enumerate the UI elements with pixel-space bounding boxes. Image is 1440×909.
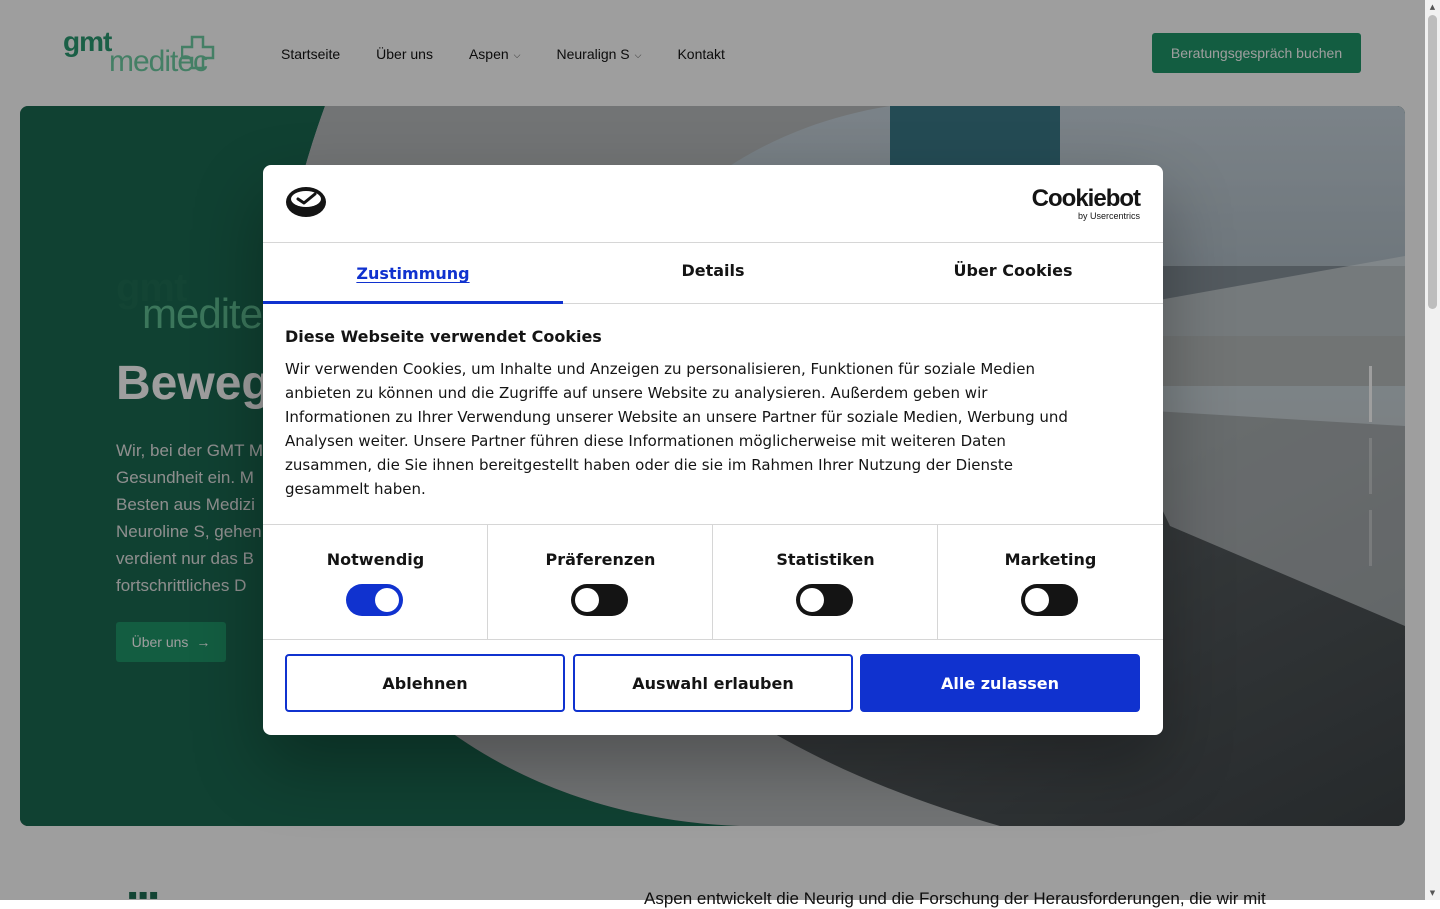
toggle-knob — [375, 588, 399, 612]
toggle-marketing[interactable] — [1021, 584, 1078, 616]
category-praeferenzen: Präferenzen — [488, 525, 713, 639]
category-marketing: Marketing — [938, 525, 1163, 639]
tab-label: Zustimmung — [356, 264, 470, 283]
scroll-up-icon[interactable]: ▲ — [1425, 0, 1440, 14]
cookie-text-line: zusammen, die Sie ihnen bereitgestellt h… — [285, 456, 1013, 474]
cookiebot-brand[interactable]: Cookiebot by Usercentrics — [1031, 185, 1141, 222]
toggle-knob — [1025, 588, 1049, 612]
allow-selection-button[interactable]: Auswahl erlauben — [573, 654, 853, 712]
category-label: Notwendig — [326, 550, 425, 569]
cookie-dialog-header: Cookiebot by Usercentrics — [263, 165, 1163, 243]
cookie-dialog-body: Diese Webseite verwendet Cookies Wir ver… — [285, 325, 1141, 501]
cookie-consent-dialog: Cookiebot by Usercentrics Zustimmung Det… — [263, 165, 1163, 735]
cookie-text-line: gesammelt haben. — [285, 480, 426, 498]
cookie-dialog-tabs: Zustimmung Details Über Cookies — [263, 243, 1163, 304]
cookiebot-brand-sub: by Usercentrics — [1077, 211, 1140, 221]
tab-label: Details — [681, 261, 745, 280]
allow-all-button[interactable]: Alle zulassen — [860, 654, 1140, 712]
cookie-dialog-heading: Diese Webseite verwendet Cookies — [285, 327, 602, 346]
cookiebot-brand-name: Cookiebot — [1031, 185, 1141, 212]
cookiebot-logo-icon — [286, 187, 326, 217]
cookie-text-line: anbieten zu können und die Zugriffe auf … — [285, 384, 988, 402]
tab-details[interactable]: Details — [563, 243, 863, 303]
cookie-dialog-text: Wir verwenden Cookies, um Inhalte und An… — [285, 357, 1141, 501]
toggle-notwendig[interactable] — [346, 584, 403, 616]
cookie-categories: Notwendig Präferenzen Statistiken Market… — [263, 524, 1163, 640]
cookie-text-line: Informationen zu Ihrer Verwendung unsere… — [285, 408, 1068, 426]
toggle-praeferenzen[interactable] — [571, 584, 628, 616]
tab-label: Über Cookies — [953, 261, 1073, 280]
decline-button[interactable]: Ablehnen — [285, 654, 565, 712]
toggle-knob — [800, 588, 824, 612]
toggle-statistiken[interactable] — [796, 584, 853, 616]
category-notwendig: Notwendig — [263, 525, 488, 639]
category-label: Marketing — [1004, 550, 1097, 569]
tab-ueber-cookies[interactable]: Über Cookies — [863, 243, 1163, 303]
page-scrollbar[interactable]: ▲ ▼ — [1425, 0, 1440, 900]
scroll-down-icon[interactable]: ▼ — [1425, 886, 1440, 900]
tab-zustimmung[interactable]: Zustimmung — [263, 243, 563, 304]
category-label: Statistiken — [776, 550, 875, 569]
toggle-knob — [575, 588, 599, 612]
cookie-text-line: Analysen weiter. Unsere Partner führen d… — [285, 432, 1006, 450]
cookie-text-line: Wir verwenden Cookies, um Inhalte und An… — [285, 360, 1035, 378]
scrollbar-thumb[interactable] — [1428, 15, 1437, 309]
category-statistiken: Statistiken — [713, 525, 938, 639]
category-label: Präferenzen — [545, 550, 656, 569]
